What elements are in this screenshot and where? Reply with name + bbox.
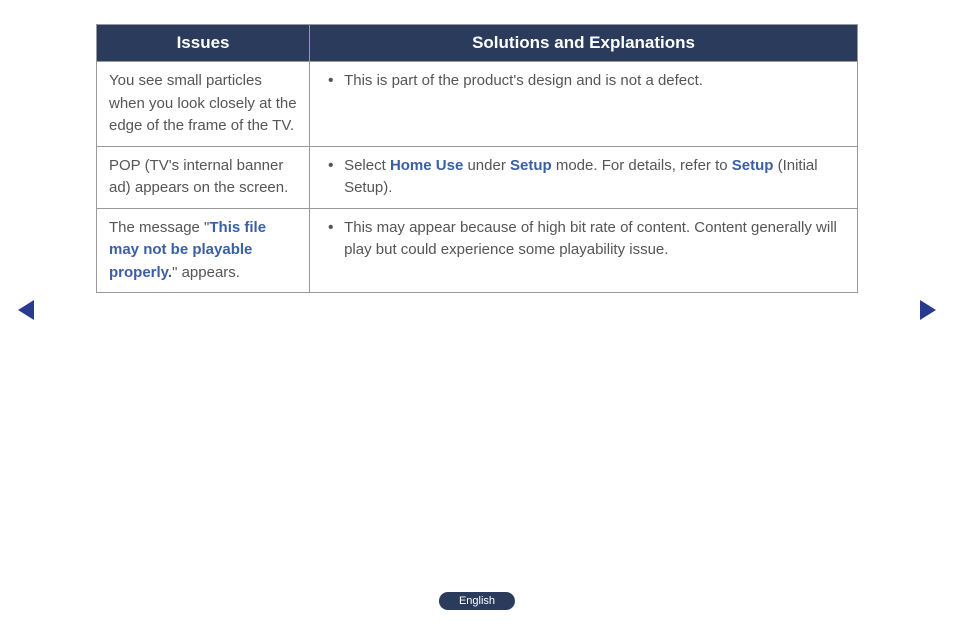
solution-item: This may appear because of high bit rate… — [322, 217, 845, 262]
header-solutions: Solutions and Explanations — [310, 25, 858, 62]
solution-text: under — [463, 157, 510, 174]
issue-text: POP (TV's internal banner ad) appears on… — [109, 157, 288, 197]
issue-cell: You see small particles when you look cl… — [97, 62, 310, 147]
troubleshooting-table: Issues Solutions and Explanations You se… — [96, 24, 858, 293]
solution-cell: Select Home Use under Setup mode. For de… — [310, 146, 858, 208]
issue-text: The message " — [109, 219, 209, 236]
solution-text: Select — [344, 157, 390, 174]
issue-cell: The message "This file may not be playab… — [97, 208, 310, 293]
issue-cell: POP (TV's internal banner ad) appears on… — [97, 146, 310, 208]
next-page-arrow[interactable] — [920, 300, 936, 320]
solution-cell: This may appear because of high bit rate… — [310, 208, 858, 293]
table-row: POP (TV's internal banner ad) appears on… — [97, 146, 858, 208]
highlight-text: Setup — [510, 157, 552, 174]
header-issues: Issues — [97, 25, 310, 62]
issue-text: You see small particles when you look cl… — [109, 72, 297, 134]
solution-item: Select Home Use under Setup mode. For de… — [322, 155, 845, 200]
solution-text: This may appear because of high bit rate… — [344, 219, 837, 259]
solution-cell: This is part of the product's design and… — [310, 62, 858, 147]
table-row: You see small particles when you look cl… — [97, 62, 858, 147]
table-body: You see small particles when you look cl… — [97, 62, 858, 293]
highlight-text: Home Use — [390, 157, 463, 174]
language-badge: English — [439, 592, 515, 610]
highlight-text: Setup — [732, 157, 774, 174]
table-row: The message "This file may not be playab… — [97, 208, 858, 293]
solution-text: This is part of the product's design and… — [344, 72, 703, 89]
solution-item: This is part of the product's design and… — [322, 70, 845, 93]
solution-text: mode. For details, refer to — [552, 157, 732, 174]
prev-page-arrow[interactable] — [18, 300, 34, 320]
content-area: Issues Solutions and Explanations You se… — [0, 0, 954, 293]
issue-text: " appears. — [172, 264, 240, 281]
